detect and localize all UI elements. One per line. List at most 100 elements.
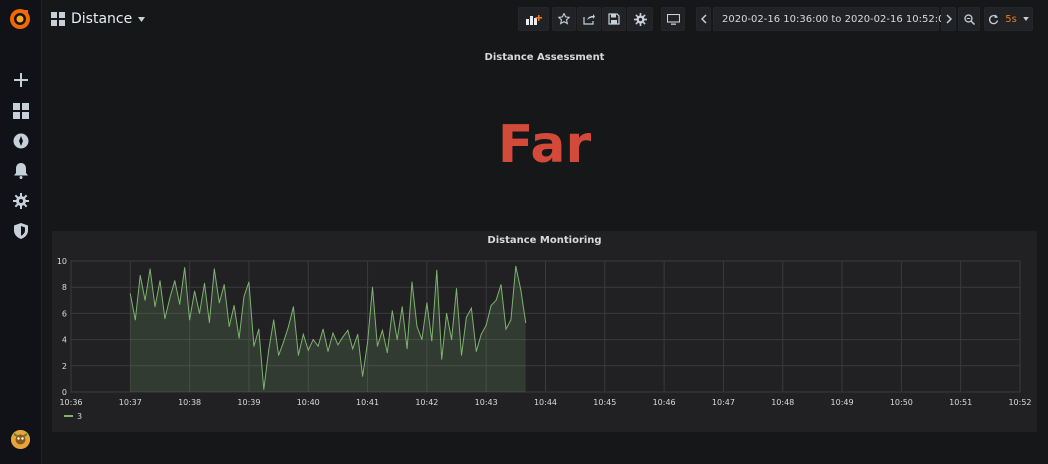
time-shift-forward-button[interactable]	[941, 7, 956, 31]
x-tick-label: 10:38	[178, 398, 201, 407]
data-point	[396, 339, 398, 341]
zoom-out-icon	[963, 13, 975, 25]
data-point	[456, 288, 457, 289]
data-point	[470, 307, 472, 309]
data-point	[208, 322, 210, 324]
data-point	[189, 319, 191, 321]
x-tick-label: 10:37	[119, 398, 142, 407]
x-tick-label: 10:40	[297, 398, 320, 407]
data-point	[154, 306, 156, 308]
data-point	[174, 280, 176, 282]
time-shift-back-button[interactable]	[696, 7, 711, 31]
grafana-logo-icon[interactable]	[8, 7, 32, 31]
dashboard-title-picker[interactable]: Distance	[51, 8, 146, 30]
data-point	[238, 337, 240, 339]
y-tick-label: 2	[62, 362, 67, 371]
data-point	[510, 319, 512, 321]
data-point	[228, 326, 230, 327]
legend-item-label[interactable]: 3	[77, 412, 82, 421]
share-dashboard-button[interactable]	[577, 7, 601, 31]
dashboards-icon[interactable]	[10, 100, 31, 121]
data-point	[441, 358, 443, 360]
data-point	[134, 319, 136, 321]
data-point	[465, 316, 467, 318]
data-point	[436, 269, 438, 271]
data-point	[159, 280, 161, 282]
caret-down-icon	[138, 16, 146, 22]
configuration-gear-icon[interactable]	[10, 190, 31, 211]
data-point	[500, 284, 502, 286]
y-tick-label: 4	[62, 336, 67, 345]
data-point	[278, 354, 280, 356]
save-icon	[608, 13, 620, 25]
refresh-interval[interactable]: 5s	[1005, 14, 1017, 25]
data-point	[352, 348, 354, 350]
data-point	[342, 336, 344, 338]
dashboard-settings-button[interactable]	[627, 7, 653, 31]
x-tick-label: 10:42	[415, 398, 438, 407]
data-point	[213, 268, 215, 270]
x-tick-label: 10:51	[949, 398, 972, 407]
user-avatar[interactable]	[11, 430, 30, 449]
data-point	[129, 293, 131, 295]
data-point	[322, 328, 324, 330]
data-point	[475, 350, 477, 352]
data-point	[461, 354, 462, 356]
data-point	[327, 350, 329, 352]
data-point	[505, 328, 507, 330]
x-tick-label: 10:45	[593, 398, 616, 407]
data-point	[292, 306, 294, 308]
data-point	[416, 326, 418, 327]
data-point	[253, 345, 255, 347]
data-point	[149, 268, 151, 270]
data-point	[431, 340, 433, 342]
graph-panel: Distance Montioring 0 2 4 6 8 10 10:36 10:37 10:…	[52, 231, 1037, 432]
data-point	[218, 302, 220, 304]
data-point	[485, 324, 487, 326]
data-point	[223, 284, 225, 286]
share-icon	[583, 14, 595, 25]
data-point	[515, 265, 517, 267]
graph-chart[interactable]: 0 2 4 6 8 10 10:36 10:37 10:38 10:39 10:40 10:41 10:…	[52, 231, 1037, 432]
gear-icon	[633, 12, 647, 26]
x-tick-label: 10:41	[356, 398, 379, 407]
data-point	[401, 306, 403, 308]
star-icon	[558, 13, 570, 25]
data-point	[248, 281, 250, 283]
data-point	[362, 375, 364, 377]
data-point	[288, 326, 289, 327]
data-point	[233, 305, 235, 306]
data-point	[490, 305, 492, 306]
data-point	[283, 341, 284, 343]
data-point	[312, 339, 314, 341]
data-point	[451, 339, 453, 341]
server-admin-shield-icon[interactable]	[10, 220, 31, 241]
data-point	[169, 297, 171, 299]
time-range-picker[interactable]: 2020-02-16 10:36:00 to 2020-02-16 10:52:…	[713, 7, 951, 31]
data-point	[317, 345, 319, 347]
top-navbar: Distance 2020-02-16 10:36:00 to 2020-02-…	[41, 0, 1048, 38]
tv-mode-button[interactable]	[661, 7, 685, 31]
add-panel-button[interactable]	[518, 7, 549, 31]
x-tick-label: 10:52	[1008, 398, 1031, 407]
stat-panel-title[interactable]: Distance Assessment	[41, 52, 1048, 63]
data-point	[273, 319, 275, 321]
x-tick-label: 10:46	[653, 398, 676, 407]
y-tick-label: 0	[62, 388, 67, 397]
data-point	[302, 333, 304, 335]
data-point	[258, 328, 260, 330]
chevron-left-icon	[700, 14, 707, 24]
data-point	[386, 352, 388, 354]
star-dashboard-button[interactable]	[552, 7, 576, 31]
refresh-button[interactable]: 5s	[984, 7, 1033, 31]
data-point	[199, 312, 200, 314]
data-point	[204, 282, 205, 284]
save-dashboard-button[interactable]	[602, 7, 626, 31]
chevron-right-icon	[945, 14, 952, 24]
data-point	[495, 299, 497, 301]
explore-compass-icon[interactable]	[10, 130, 31, 151]
zoom-out-button[interactable]	[958, 7, 980, 31]
create-plus-icon[interactable]	[10, 69, 31, 90]
data-point	[406, 348, 408, 350]
alerting-bell-icon[interactable]	[10, 160, 31, 181]
